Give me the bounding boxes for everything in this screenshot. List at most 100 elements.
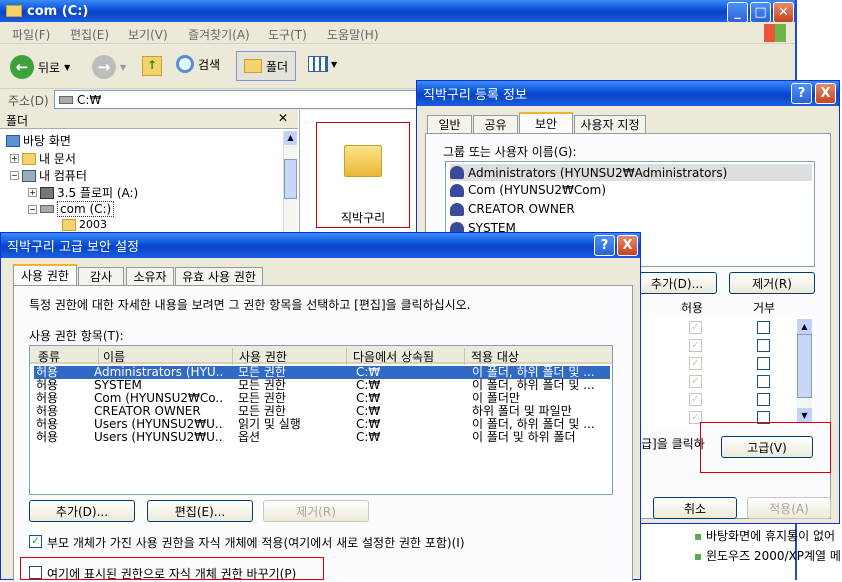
deny-checkbox-5[interactable]: [757, 393, 770, 406]
address-field[interactable]: C:₩: [54, 90, 424, 109]
close-button[interactable]: ✕: [773, 2, 794, 23]
menu-edit[interactable]: 편집(E): [70, 26, 109, 43]
table-row[interactable]: 허용 Users (HYUNSU2₩U... 읽기 및 실행 C:₩ 이 폴더, 하위 …: [34, 418, 610, 431]
table-row[interactable]: 허용 Administrators (HYU... 모든 권한 C:₩ 이 폴더, 하위…: [34, 366, 610, 379]
table-row[interactable]: 허용 Users (HYUNSU2₩U... 옵션 C:₩ 이 폴더 및 하위 폴더: [34, 431, 610, 444]
column-apply-to[interactable]: 적용 대상: [464, 348, 519, 365]
folder-item-label: 직박구리: [341, 211, 386, 225]
folder-icon: [62, 218, 76, 231]
deny-checkbox-1[interactable]: [757, 321, 770, 334]
scroll-thumb[interactable]: [284, 159, 297, 199]
scroll-up-arrow-icon[interactable]: ▲: [284, 131, 297, 145]
menu-file[interactable]: 파일(F): [12, 26, 50, 43]
close-button[interactable]: X: [815, 83, 836, 104]
folder-item-jikbakguri[interactable]: 직박구리: [316, 122, 410, 228]
menu-tools[interactable]: 도구(T): [268, 26, 307, 43]
column-name[interactable]: 이름: [98, 348, 125, 365]
web-bullets: ▪ 바탕화면에 휴지통이 없어 ▪ 윈도우즈 2000/XP계열 메: [694, 527, 842, 580]
forward-arrow-icon: →: [92, 55, 116, 79]
permission-entries-list[interactable]: 종류 이름 사용 권한 다음에서 상속됨 적용 대상 허용 Administrat…: [29, 345, 613, 495]
column-permission[interactable]: 사용 권한: [232, 348, 287, 365]
menu-bar: 파일(F) 편집(E) 보기(V) 즐겨찾기(A) 도구(T) 도움말(H): [0, 22, 795, 44]
tab-permissions[interactable]: 사용 권한: [13, 264, 77, 285]
tree-item-2003[interactable]: 2003: [62, 218, 107, 231]
user-item-administrators[interactable]: Administrators (HYUNSU2₩Administrators): [450, 164, 812, 181]
close-icon[interactable]: ✕: [278, 111, 288, 125]
users-icon: [450, 202, 464, 216]
explorer-titlebar[interactable]: com (C:): [0, 0, 795, 22]
tree-scrollbar[interactable]: ▲: [283, 131, 297, 239]
collapse-icon[interactable]: −: [10, 171, 19, 180]
user-item-com[interactable]: Com (HYUNSU2₩Com): [450, 183, 606, 197]
scroll-down-arrow-icon[interactable]: ▼: [797, 408, 812, 423]
deny-checkbox-3[interactable]: [757, 357, 770, 370]
add-button[interactable]: 추가(D)...: [637, 272, 717, 294]
tree-item-desktop[interactable]: 바탕 화면: [6, 132, 71, 149]
deny-checkbox-4[interactable]: [757, 375, 770, 388]
deny-header: 거부: [753, 301, 776, 315]
up-folder-icon[interactable]: ↑: [142, 56, 162, 76]
help-button[interactable]: ?: [594, 235, 615, 256]
menu-favorites[interactable]: 즐겨찾기(A): [188, 26, 250, 43]
tree-item-floppy[interactable]: +3.5 플로피 (A:): [28, 184, 138, 201]
tab-auditing[interactable]: 감사: [78, 267, 124, 285]
advanced-hint-text: 급]을 클릭하: [641, 437, 705, 451]
tab-sharing[interactable]: 공유: [473, 115, 518, 133]
folders-button[interactable]: 폴더: [236, 51, 296, 81]
drive-icon: [40, 205, 54, 213]
table-row[interactable]: 허용 SYSTEM 모든 권한 C:₩ 이 폴더, 하위 폴더 및 ...: [34, 379, 610, 392]
scroll-up-arrow-icon[interactable]: ▲: [797, 319, 812, 334]
forward-button[interactable]: → ▼: [92, 55, 126, 79]
address-label: 주소(D): [8, 94, 49, 108]
folder-pane-title: 폴더: [6, 114, 29, 128]
user-item-creator-owner[interactable]: CREATOR OWNER: [450, 202, 575, 216]
tab-general[interactable]: 일반: [427, 115, 472, 133]
tree-item-drive-c[interactable]: − com (C:): [28, 201, 115, 217]
column-type[interactable]: 종류: [38, 348, 60, 365]
tab-effective-permissions[interactable]: 유효 사용 권한: [175, 267, 263, 285]
table-row[interactable]: 허용 CREATOR OWNER 모든 권한 C:₩ 하위 폴더 및 파일만: [34, 405, 610, 418]
computer-icon: [22, 169, 36, 182]
tab-owner[interactable]: 소유자: [126, 267, 174, 285]
chevron-down-icon: ▼: [64, 62, 71, 72]
tree-item-my-documents[interactable]: + 내 문서: [10, 150, 76, 167]
menu-view[interactable]: 보기(V): [128, 26, 168, 43]
scroll-thumb[interactable]: [797, 334, 812, 398]
close-button[interactable]: X: [617, 235, 638, 256]
search-icon: [176, 55, 194, 73]
views-icon: [308, 56, 328, 72]
help-button[interactable]: ?: [791, 83, 812, 104]
tree-item-my-computer[interactable]: − 내 컴퓨터: [10, 167, 87, 184]
search-button[interactable]: 검색: [176, 55, 220, 73]
menu-help[interactable]: 도움말(H): [327, 26, 379, 43]
folder-icon: [22, 152, 36, 165]
cancel-button[interactable]: 취소: [653, 497, 737, 519]
folder-pane: 폴더 ✕ 바탕 화면 + 내 문서 − 내 컴퓨터 +3.5 플로피 (A:) − c…: [0, 110, 300, 240]
chevron-down-icon: ▼: [331, 59, 338, 69]
collapse-icon[interactable]: −: [28, 204, 37, 214]
maximize-button[interactable]: □: [750, 2, 771, 23]
table-row[interactable]: 허용 Com (HYUNSU2₩Co... 모든 권한 C:₩ 이 폴더만: [34, 392, 610, 405]
advanced-title: 직박구리 고급 보안 설정: [7, 240, 139, 255]
remove-button[interactable]: 제거(R): [729, 272, 815, 294]
expand-icon[interactable]: +: [10, 154, 19, 163]
bullet-item-2: ▪ 윈도우즈 2000/XP계열 메: [694, 549, 841, 563]
permissions-scrollbar[interactable]: ▲ ▼: [797, 319, 812, 423]
views-button[interactable]: ▼: [308, 56, 337, 72]
inherit-checkbox[interactable]: ✓: [29, 535, 42, 548]
advanced-titlebar[interactable]: 직박구리 고급 보안 설정: [1, 233, 640, 258]
back-button[interactable]: ← 뒤로 ▼: [10, 55, 70, 79]
tab-security[interactable]: 보안: [519, 112, 573, 133]
column-inherited-from[interactable]: 다음에서 상속됨: [346, 348, 434, 365]
expand-icon[interactable]: +: [28, 188, 37, 197]
permission-entries-label: 사용 권한 항목(T):: [29, 329, 124, 343]
properties-titlebar[interactable]: 직박구리 등록 정보: [417, 81, 839, 106]
deny-checkbox-2[interactable]: [757, 339, 770, 352]
add-button[interactable]: 추가(D)...: [29, 500, 135, 522]
minimize-button[interactable]: _: [727, 2, 748, 23]
tab-customize[interactable]: 사용자 지정: [574, 115, 646, 133]
apply-button: 적용(A): [747, 497, 831, 519]
allow-checkbox-3: ✓: [689, 357, 702, 370]
edit-button[interactable]: 편집(E)...: [147, 500, 253, 522]
folder-pane-header: 폴더 ✕: [0, 110, 298, 129]
